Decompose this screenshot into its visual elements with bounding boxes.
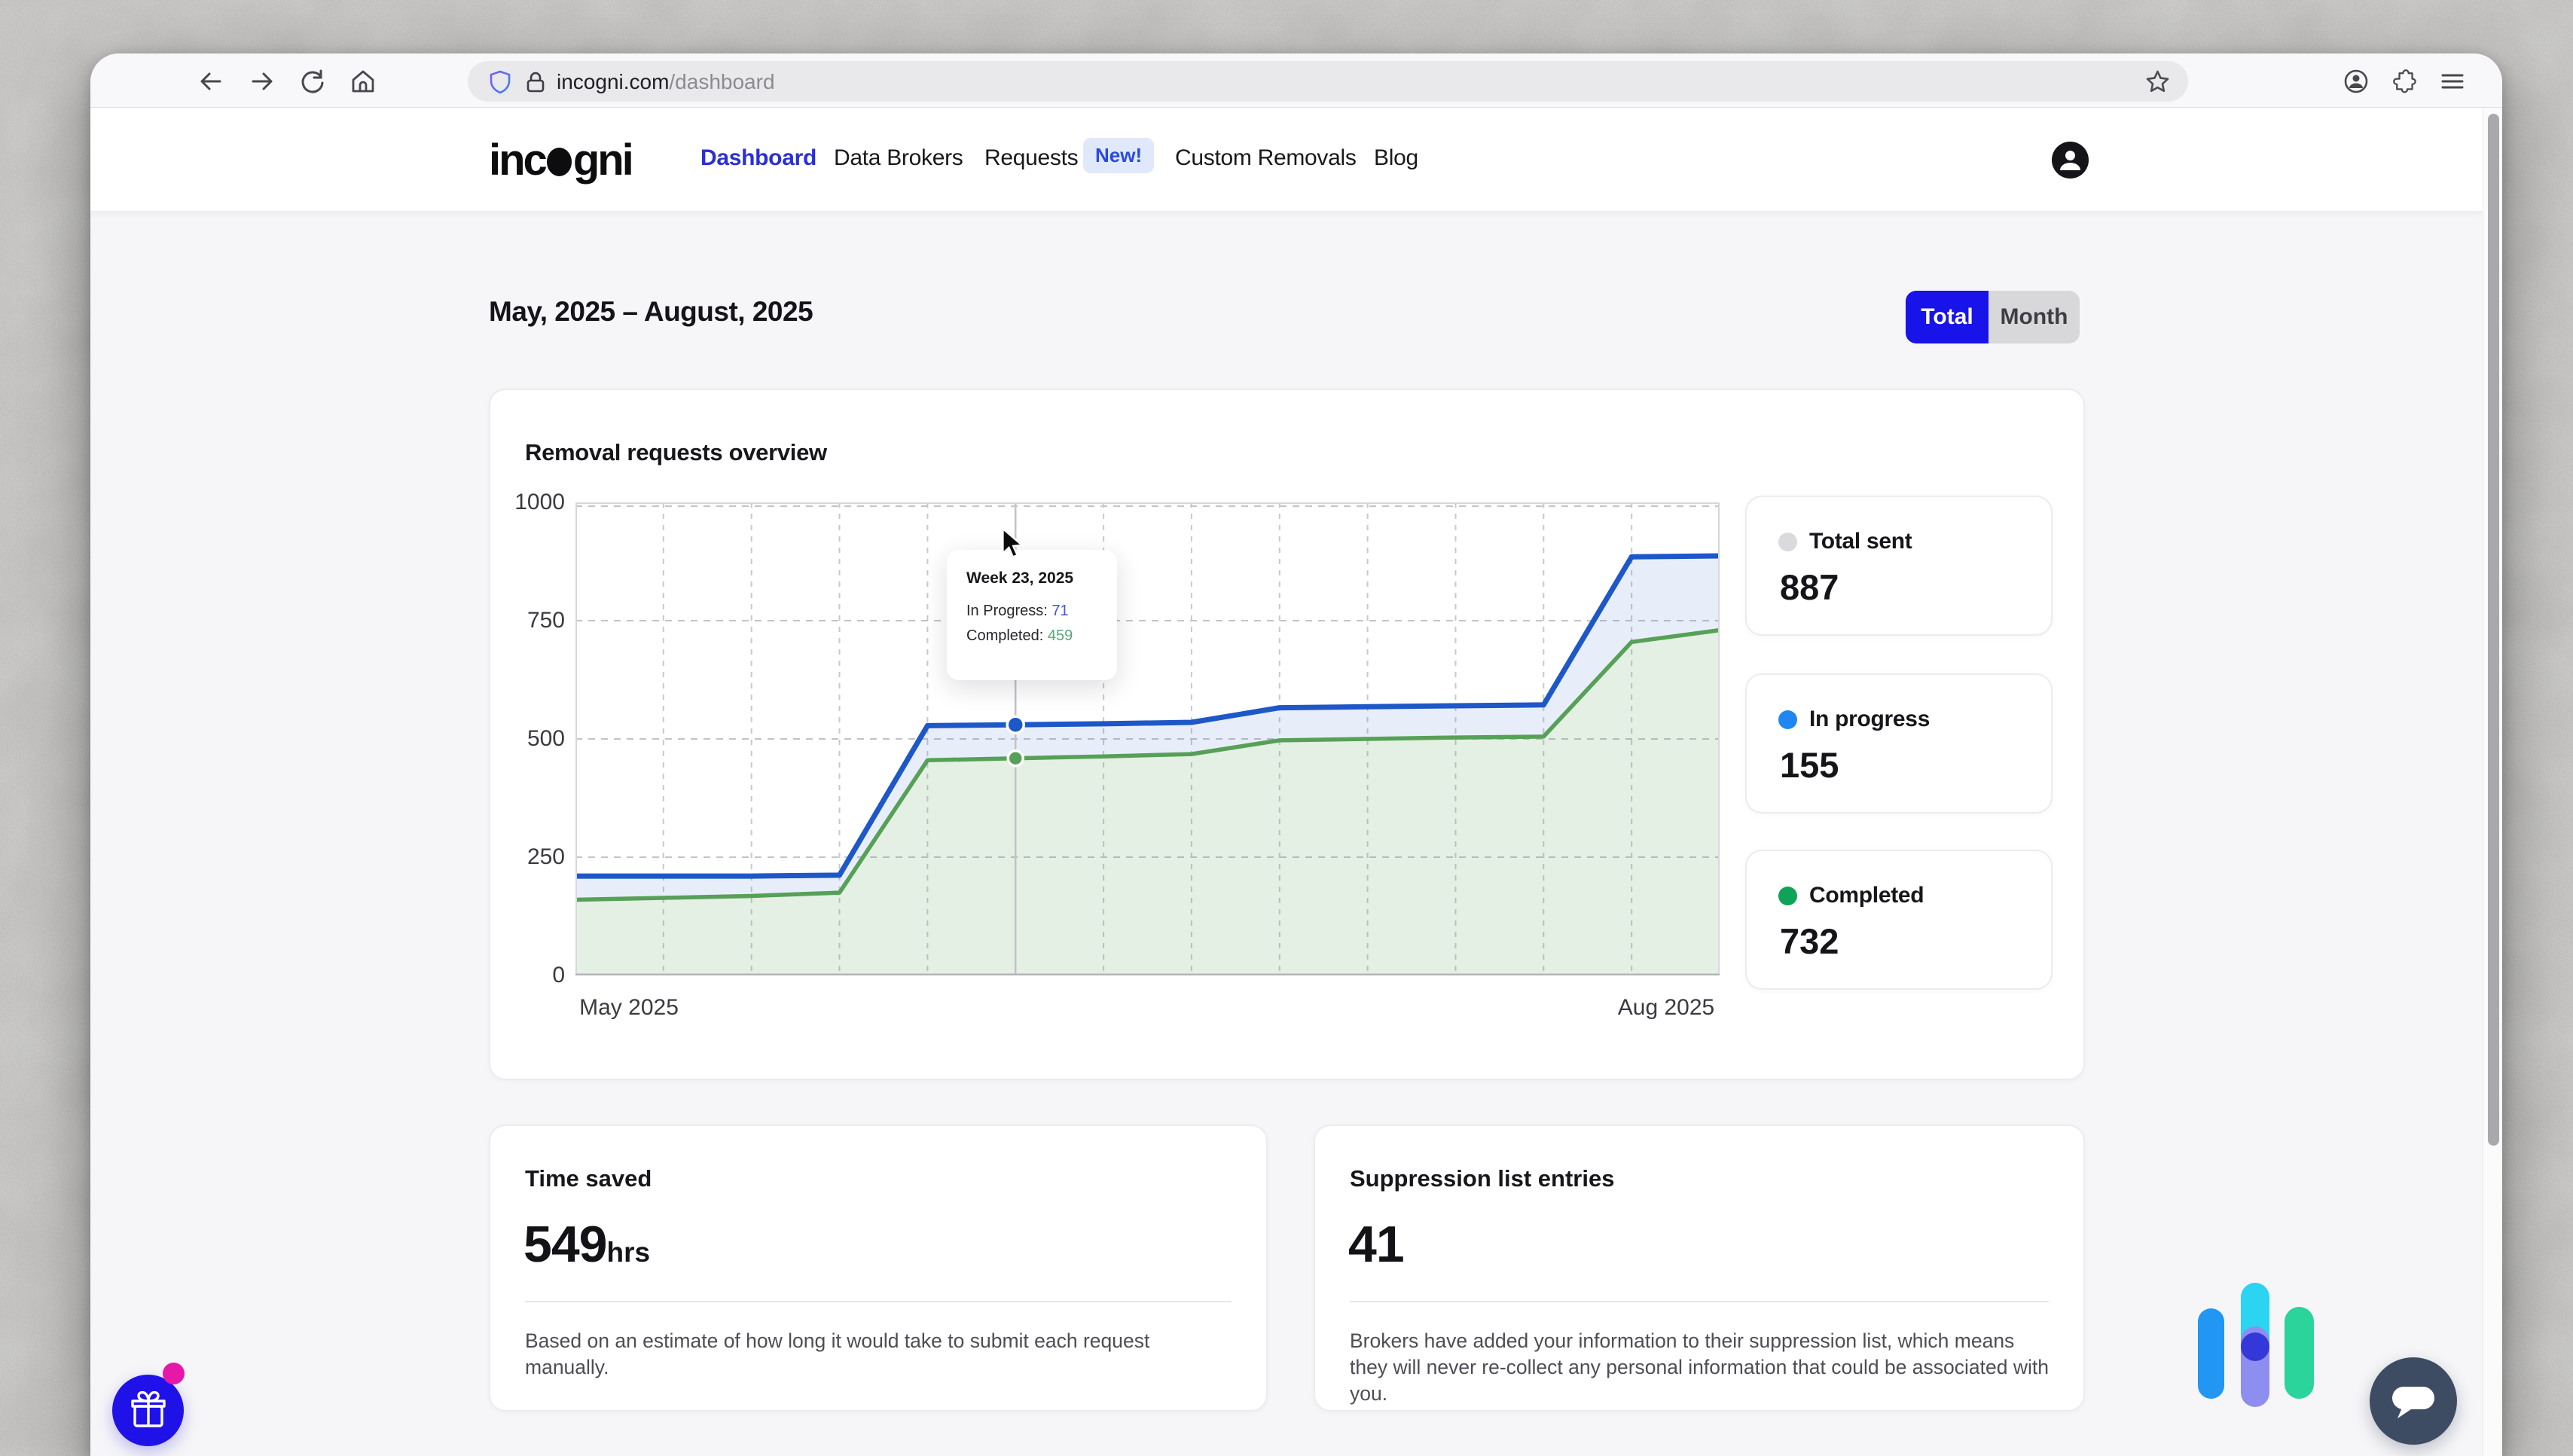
incogni-logo[interactable]: incgni xyxy=(489,135,632,185)
tooltip-completed-row: Completed: 459 xyxy=(966,627,1117,645)
stat-card-completed: Completed 732 xyxy=(1745,850,2053,990)
url-path: /dashboard xyxy=(669,70,774,93)
ytick-500: 500 xyxy=(490,726,565,752)
time-saved-title: Time saved xyxy=(525,1165,652,1192)
rewards-gift-button[interactable] xyxy=(112,1375,184,1446)
suppression-title: Suppression list entries xyxy=(1350,1165,1614,1192)
xtick-aug: Aug 2025 xyxy=(1583,995,1749,1021)
nav-item-custom-removals[interactable]: Custom Removals xyxy=(1175,145,1357,171)
home-icon[interactable] xyxy=(349,68,377,95)
extensions-puzzle-icon[interactable] xyxy=(2391,68,2419,95)
nav-item-blog[interactable]: Blog xyxy=(1374,145,1418,171)
in-progress-label: In progress xyxy=(1809,707,1930,732)
page-scrollbar[interactable] xyxy=(2483,108,2502,1456)
profile-avatar[interactable] xyxy=(2052,142,2089,179)
url-host: incogni.com xyxy=(557,70,669,93)
in-progress-value: 155 xyxy=(1780,744,1839,786)
gift-notification-dot xyxy=(163,1363,185,1384)
reload-icon[interactable] xyxy=(299,68,326,95)
total-sent-value: 887 xyxy=(1780,566,1839,608)
back-icon[interactable] xyxy=(197,68,224,95)
ytick-750: 750 xyxy=(490,608,565,633)
stat-card-total-sent: Total sent 887 xyxy=(1745,496,2053,636)
ytick-1000: 1000 xyxy=(490,490,565,515)
suppression-caption: Brokers have added your information to t… xyxy=(1350,1328,2053,1407)
tracking-shield-icon[interactable] xyxy=(489,70,511,94)
lock-icon[interactable] xyxy=(525,71,546,93)
completed-dot xyxy=(1778,887,1797,905)
logo-o-dot xyxy=(547,148,572,176)
total-sent-dot xyxy=(1778,533,1797,551)
in-progress-dot xyxy=(1778,710,1797,729)
time-saved-unit: hrs xyxy=(606,1237,650,1268)
tooltip-in-progress-value: 71 xyxy=(1051,603,1068,619)
surfshark-bars-logo xyxy=(2198,1283,2318,1411)
tooltip-week-title: Week 23, 2025 xyxy=(966,569,1117,588)
chat-bubble-icon xyxy=(2384,1376,2443,1426)
chart-tooltip: Week 23, 2025 In Progress: 71 Completed:… xyxy=(947,550,1117,680)
date-range-heading: May, 2025 – August, 2025 xyxy=(489,296,813,328)
chart-title: Removal requests overview xyxy=(525,439,827,466)
time-saved-card: Time saved 549hrs Based on an estimate o… xyxy=(489,1125,1268,1412)
nav-item-dashboard[interactable]: Dashboard xyxy=(700,145,816,171)
requests-new-badge[interactable]: New! xyxy=(1083,138,1154,173)
divider xyxy=(1350,1301,2049,1302)
time-saved-caption: Based on an estimate of how long it woul… xyxy=(525,1328,1236,1381)
ytick-250: 250 xyxy=(490,844,565,870)
mouse-cursor xyxy=(999,527,1029,560)
browser-toolbar: incogni.com/dashboard xyxy=(90,53,2502,108)
forward-icon[interactable] xyxy=(249,68,276,95)
account-icon[interactable] xyxy=(2343,68,2370,95)
removal-requests-chart[interactable] xyxy=(575,502,1720,975)
toggle-month-button[interactable]: Month xyxy=(1989,291,2080,343)
total-month-toggle: Total Month xyxy=(1906,291,2080,343)
divider xyxy=(525,1301,1232,1302)
page-content: incgni Dashboard Data Brokers Requests N… xyxy=(90,108,2483,1456)
suppression-list-card: Suppression list entries 41 Brokers have… xyxy=(1314,1125,2085,1412)
bookmark-star-icon[interactable] xyxy=(2145,69,2170,94)
tooltip-completed-value: 459 xyxy=(1048,627,1073,644)
site-navbar: incgni Dashboard Data Brokers Requests N… xyxy=(90,108,2483,212)
suppression-value: 41 xyxy=(1348,1215,1404,1274)
menu-hamburger-icon[interactable] xyxy=(2439,68,2466,95)
toggle-total-button[interactable]: Total xyxy=(1906,291,1989,343)
nav-item-data-brokers[interactable]: Data Brokers xyxy=(834,145,963,171)
stat-card-in-progress: In progress 155 xyxy=(1745,673,2053,813)
scrollbar-thumb[interactable] xyxy=(2488,114,2499,1146)
xtick-may: May 2025 xyxy=(546,995,712,1021)
url-bar[interactable]: incogni.com/dashboard xyxy=(468,61,2188,102)
total-sent-label: Total sent xyxy=(1809,529,1912,554)
completed-value: 732 xyxy=(1780,920,1839,962)
ytick-0: 0 xyxy=(490,963,565,988)
chat-widget-button[interactable] xyxy=(2370,1357,2457,1445)
gift-icon xyxy=(129,1391,168,1430)
completed-label: Completed xyxy=(1809,883,1924,908)
url-text: incogni.com/dashboard xyxy=(557,70,775,94)
nav-item-requests[interactable]: Requests xyxy=(984,145,1078,171)
browser-window: incogni.com/dashboard incgni Dashboard D… xyxy=(90,53,2502,1456)
tooltip-in-progress-row: In Progress: 71 xyxy=(966,603,1117,620)
time-saved-value: 549hrs xyxy=(523,1215,650,1274)
